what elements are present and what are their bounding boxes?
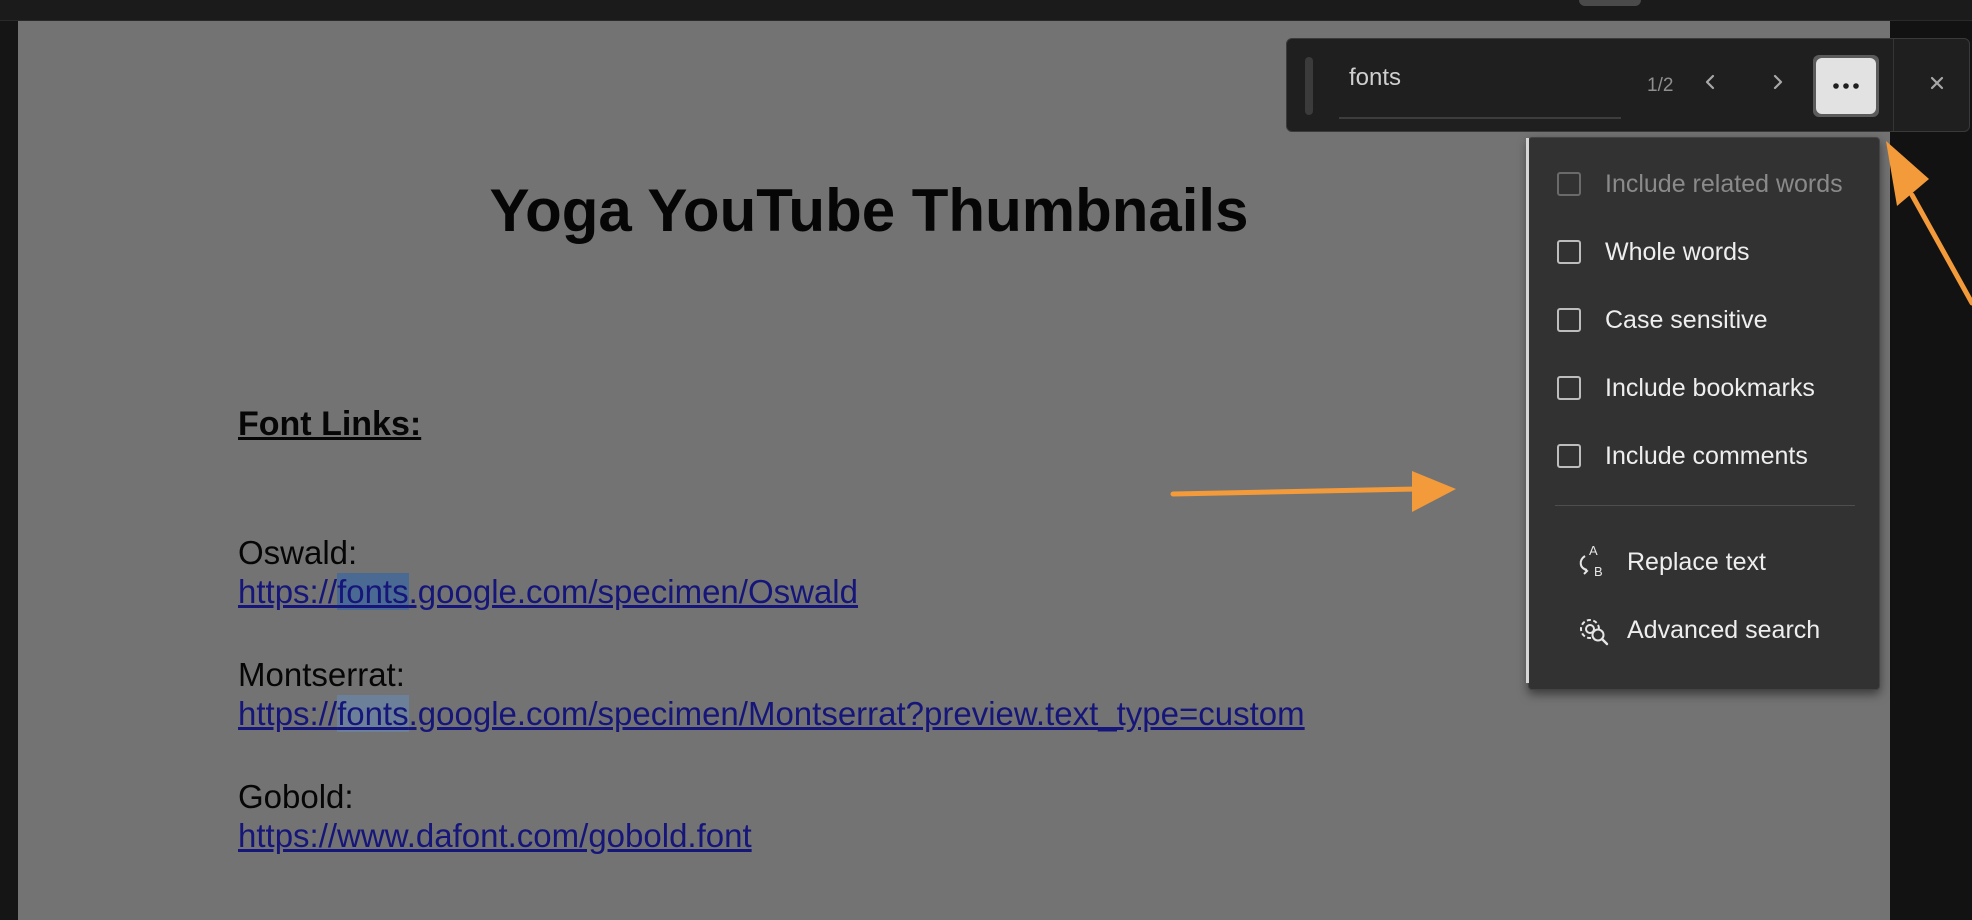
find-bar: 1/2 — [1286, 38, 1970, 132]
link-suffix: .google.com/specimen/Oswald — [408, 573, 858, 610]
search-input[interactable] — [1339, 59, 1579, 97]
find-bar-divider — [1893, 39, 1894, 131]
search-input-underline — [1339, 117, 1621, 119]
pdf-viewer-window: Yoga YouTube Thumbnails Font Links: Oswa… — [0, 0, 1972, 920]
close-icon — [1929, 75, 1945, 96]
font-name: Gobold: — [238, 778, 354, 815]
action-label: Advanced search — [1627, 615, 1821, 644]
font-link-montserrat[interactable]: https://fonts.google.com/specimen/Montse… — [238, 693, 1738, 735]
find-options-menu: Include related words Whole words Case s… — [1526, 137, 1880, 690]
option-label: Whole words — [1605, 237, 1750, 266]
include-related-words-checkbox[interactable] — [1557, 172, 1581, 196]
font-entry-montserrat: Montserrat: https://fonts.google.com/spe… — [238, 657, 1738, 735]
menu-divider — [1555, 505, 1855, 506]
section-heading: Font Links: — [238, 405, 422, 443]
previous-match-button[interactable] — [1691, 63, 1731, 105]
action-label: Replace text — [1627, 547, 1766, 576]
next-match-button[interactable] — [1757, 63, 1797, 105]
menu-edge — [1526, 138, 1529, 683]
option-whole-words[interactable]: Whole words — [1557, 232, 1750, 272]
toolbar-button[interactable] — [1579, 0, 1641, 6]
match-count: 1/2 — [1647, 75, 1674, 96]
link-prefix: https:// — [238, 573, 338, 610]
option-include-related-words[interactable]: Include related words — [1557, 164, 1843, 204]
search-highlight-current: fonts — [337, 573, 409, 610]
advanced-search-action[interactable]: Advanced search — [1575, 608, 1820, 652]
link-prefix: https:// — [238, 695, 338, 732]
more-options-icon — [1832, 77, 1860, 95]
search-highlight: fonts — [337, 695, 409, 732]
font-name: Oswald: — [238, 534, 358, 571]
font-link-oswald[interactable]: https://fonts.google.com/specimen/Oswald — [238, 571, 1738, 613]
link-suffix: .google.com/specimen/Montserrat?preview.… — [408, 695, 1305, 732]
right-gutter — [1890, 21, 1972, 920]
option-label: Include comments — [1605, 441, 1808, 470]
option-label: Case sensitive — [1605, 305, 1768, 334]
whole-words-checkbox[interactable] — [1557, 240, 1581, 264]
font-name: Montserrat: — [238, 656, 405, 693]
option-include-bookmarks[interactable]: Include bookmarks — [1557, 368, 1815, 408]
close-find-button[interactable] — [1915, 63, 1959, 107]
chevron-right-icon — [1769, 74, 1785, 95]
option-label: Include bookmarks — [1605, 373, 1815, 402]
document-body: Font Links: Oswald: https://fonts.google… — [238, 405, 1738, 857]
font-entry-gobold: Gobold: https://www.dafont.com/gobold.fo… — [238, 779, 1738, 857]
replace-text-icon: A B — [1575, 542, 1611, 582]
option-label: Include related words — [1605, 169, 1843, 198]
left-gutter — [0, 21, 18, 920]
advanced-search-icon — [1575, 610, 1611, 650]
include-comments-checkbox[interactable] — [1557, 444, 1581, 468]
chevron-left-icon — [1703, 74, 1719, 95]
top-toolbar — [0, 0, 1972, 21]
include-bookmarks-checkbox[interactable] — [1557, 376, 1581, 400]
case-sensitive-checkbox[interactable] — [1557, 308, 1581, 332]
svg-text:B: B — [1594, 564, 1603, 579]
font-entry-oswald: Oswald: https://fonts.google.com/specime… — [238, 535, 1738, 613]
more-options-button-face — [1816, 58, 1876, 114]
option-include-comments[interactable]: Include comments — [1557, 436, 1808, 476]
drag-handle[interactable] — [1305, 57, 1313, 115]
more-options-button[interactable] — [1813, 55, 1879, 117]
option-case-sensitive[interactable]: Case sensitive — [1557, 300, 1768, 340]
svg-text:A: A — [1589, 543, 1598, 558]
font-link-gobold[interactable]: https://www.dafont.com/gobold.font — [238, 815, 1738, 857]
replace-text-action[interactable]: A B Replace text — [1575, 540, 1766, 584]
